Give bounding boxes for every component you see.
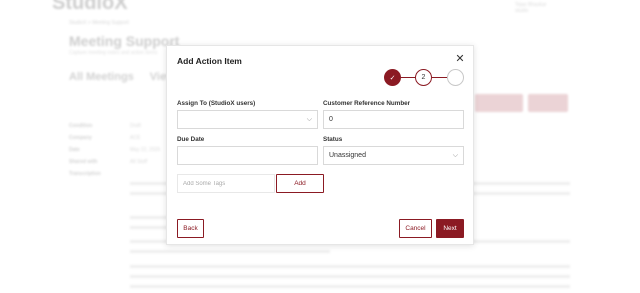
add-action-item-dialog: Add Action Item ✕ ✓ 2 Assign To (StudioX… [166, 45, 474, 245]
close-icon[interactable]: ✕ [455, 54, 465, 65]
next-button[interactable]: Next [436, 219, 464, 238]
tags-input[interactable] [183, 180, 274, 187]
back-button[interactable]: Back [177, 219, 204, 238]
chevron-down-icon: ⌵ [452, 152, 458, 159]
stepper: ✓ 2 [384, 69, 464, 87]
assign-to-label: Assign To (StudioX users) [177, 100, 256, 107]
assign-to-select[interactable]: ⌵ [177, 110, 318, 129]
customer-ref-field[interactable] [323, 110, 464, 129]
tags-field[interactable] [177, 174, 275, 193]
status-select[interactable]: Unassigned ⌵ [323, 146, 464, 165]
customer-ref-input[interactable] [329, 116, 463, 123]
step-3-upcoming [447, 69, 464, 86]
due-date-label: Due Date [177, 136, 205, 143]
due-date-input[interactable] [183, 152, 317, 159]
cancel-button[interactable]: Cancel [399, 219, 432, 238]
stepper-connector [432, 77, 447, 78]
step-2-current: 2 [415, 69, 432, 86]
customer-ref-label: Customer Reference Number [323, 100, 411, 107]
dialog-title: Add Action Item [177, 56, 242, 66]
add-tag-button[interactable]: Add [276, 174, 324, 193]
stepper-connector [401, 77, 415, 78]
status-label: Status [323, 136, 343, 143]
chevron-down-icon: ⌵ [306, 116, 312, 123]
due-date-field[interactable] [177, 146, 318, 165]
status-value: Unassigned [329, 152, 366, 159]
step-1-complete: ✓ [384, 69, 401, 86]
